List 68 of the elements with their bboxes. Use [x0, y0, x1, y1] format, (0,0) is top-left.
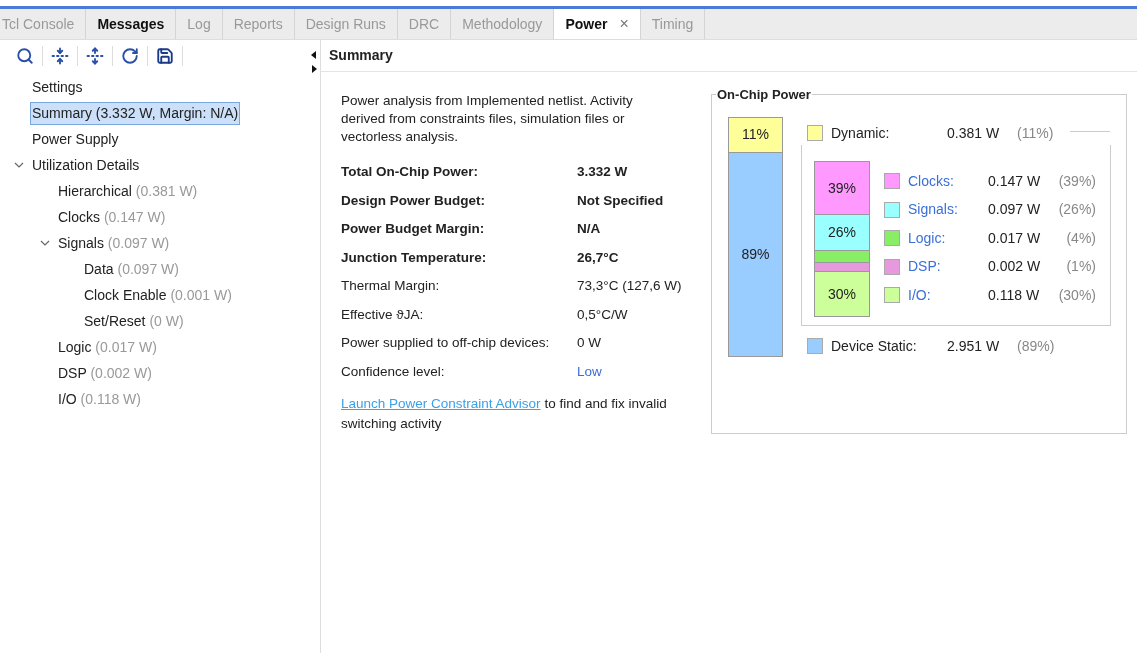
advisor-text: Launch Power Constraint Advisor to find and fix invalid switching activity: [341, 395, 668, 433]
tree-item[interactable]: Set/Reset (0 W): [82, 309, 186, 333]
tree-item[interactable]: Hierarchical (0.381 W): [56, 179, 200, 203]
legend-link[interactable]: Logic:: [908, 227, 988, 249]
field-value: N/A: [577, 220, 601, 239]
legend-label: Device Static:: [831, 336, 918, 356]
field-value: Not Specified: [577, 191, 664, 210]
expand-all-icon[interactable]: [86, 47, 104, 65]
field-value: 26,7°C: [577, 248, 619, 267]
tree-item[interactable]: Data (0.097 W): [82, 257, 181, 281]
field-label: Effective ϑJA:: [341, 305, 425, 324]
field-label: Design Power Budget:: [341, 191, 486, 210]
tab[interactable]: Power ×: [554, 9, 641, 39]
tree-item[interactable]: Logic (0.017 W): [56, 335, 159, 359]
section-title: Summary: [329, 46, 393, 65]
chevron-down-icon[interactable]: [14, 160, 24, 170]
legend-percent: (1%): [1065, 257, 1096, 277]
save-icon[interactable]: [156, 47, 174, 65]
legend-percent: (11%): [1017, 123, 1054, 143]
field-label: Thermal Margin:: [341, 277, 441, 296]
legend-percent: (39%): [1057, 171, 1096, 191]
tree-item[interactable]: Settings: [30, 75, 85, 99]
tree-item[interactable]: Clocks (0.147 W): [56, 205, 168, 229]
legend-power: 0.097 W: [988, 200, 1042, 220]
legend-power: 0.118 W: [988, 285, 1041, 305]
field-value: 73,3°C (127,6 W): [577, 277, 682, 296]
field-value: 3.332 W: [577, 163, 628, 182]
tree-item[interactable]: I/O (0.118 W): [56, 387, 143, 411]
bar-label: 39%: [828, 178, 856, 198]
legend-label: Dynamic:: [831, 123, 891, 143]
intro-text: Power analysis from Implemented netlist. Activity derived from constraints files, simulation files or vectorless analysis.: [341, 92, 634, 146]
legend-link[interactable]: Clocks:: [908, 170, 988, 192]
field-label: Power supplied to off-chip devices:: [341, 334, 551, 353]
bar-label: 11%: [742, 125, 769, 145]
tree-item[interactable]: Clock Enable (0.001 W): [82, 283, 234, 307]
search-icon[interactable]: [16, 47, 34, 65]
legend-power: 0.381 W: [947, 123, 1001, 143]
collapse-arrows-icon[interactable]: [310, 50, 318, 74]
field-label: Power Budget Margin:: [341, 220, 486, 239]
field-label: Confidence level:: [341, 362, 446, 381]
field-label: Junction Temperature:: [341, 248, 488, 267]
legend-power: 0.002 W: [988, 257, 1042, 277]
legend-power: 2.951 W: [947, 336, 1001, 356]
legend-link[interactable]: DSP:: [908, 256, 988, 278]
tree-item[interactable]: Summary (3.332 W, Margin: N/A): [30, 101, 241, 125]
legend-link[interactable]: Signals:: [908, 199, 988, 221]
close-icon[interactable]: ×: [619, 12, 629, 36]
bar-label: 30%: [828, 284, 856, 304]
field-value: 0 W: [577, 334, 601, 353]
legend-power: 0.017 W: [988, 228, 1042, 248]
field-value: 0,5°C/W: [577, 305, 628, 324]
legend-percent: (89%): [1017, 336, 1055, 356]
tree-item[interactable]: Utilization Details: [30, 153, 142, 177]
bar-label: 26%: [828, 223, 856, 242]
refresh-icon[interactable]: [121, 47, 139, 65]
bar-label: 89%: [741, 244, 770, 264]
legend-percent: (30%): [1057, 285, 1096, 305]
tree-item[interactable]: Power Supply: [30, 127, 121, 151]
legend-percent: (4%): [1065, 228, 1096, 248]
legend-power: 0.147 W: [988, 171, 1042, 191]
field-value[interactable]: Low: [577, 361, 602, 382]
chevron-down-icon[interactable]: [40, 238, 50, 248]
tree-item[interactable]: Signals (0.097 W): [56, 231, 172, 255]
field-label: Total On-Chip Power:: [341, 163, 479, 182]
legend-percent: (26%): [1057, 200, 1096, 220]
legend-link[interactable]: I/O:: [908, 284, 988, 306]
tree-item[interactable]: DSP (0.002 W): [56, 361, 154, 385]
collapse-all-icon[interactable]: [51, 47, 69, 65]
